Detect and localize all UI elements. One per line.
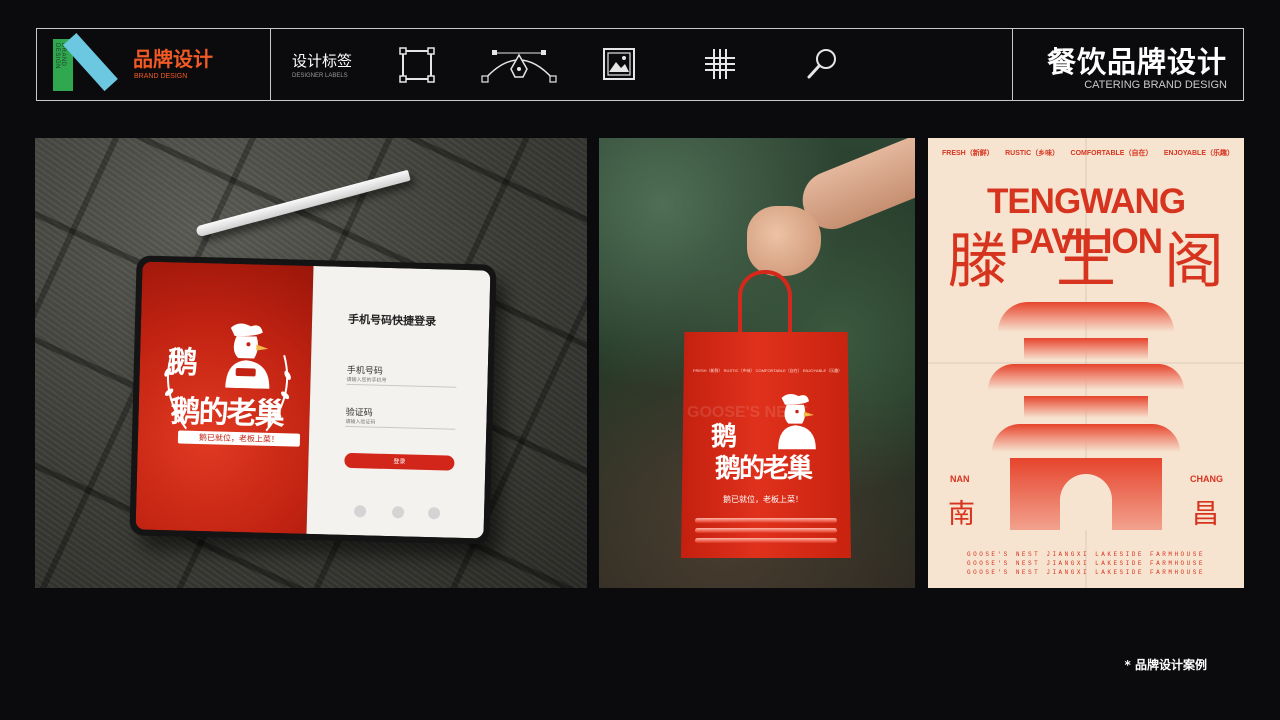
poster-footer-line: GOOSE'S NEST JIANGXI LAKESIDE FARMHOUSE: [967, 551, 1205, 558]
header-bar: BRAND DESIGN 品牌设计 BRAND DESIGN 设计标签 DESI…: [36, 28, 1244, 101]
bag-stripe: [695, 538, 837, 543]
bag-slogan: 鹅已就位，老板上菜！: [723, 495, 803, 504]
poster-cn-char: 阁: [1164, 227, 1224, 297]
poster-footer-line: GOOSE'S NEST JIANGXI LAKESIDE FARMHOUSE: [967, 560, 1205, 567]
brand-block: BRAND DESIGN 品牌设计 BRAND DESIGN: [37, 29, 271, 100]
poster-tag: ENJOYABLE（乐趣）: [1163, 150, 1234, 157]
weibo-icon[interactable]: [391, 506, 405, 519]
grid-icon: [705, 49, 735, 79]
code-input[interactable]: [345, 416, 456, 430]
pavilion-tier: [1024, 396, 1148, 418]
tablet-logo-line2: 鹅的老巢: [170, 394, 284, 433]
paper-bag-panel: FRESH（新鲜） RUSTIC（乡味） COMFORTABLE（自在） ENJ…: [599, 138, 915, 588]
tablet-screen: 鹅 鹅的老巢 鹅已就位，老板上菜！ 手机号码快捷登录 手机号码 验证码 登录: [135, 261, 491, 539]
douyin-icon[interactable]: [427, 507, 441, 520]
tablet-mockup-panel: 鹅 鹅的老巢 鹅已就位，老板上菜！ 手机号码快捷登录 手机号码 验证码 登录: [35, 138, 587, 588]
paper-bag: FRESH（新鲜） RUSTIC（乡味） COMFORTABLE（自在） ENJ…: [681, 332, 851, 558]
logo-vertical-text: BRAND DESIGN: [54, 43, 66, 70]
city-left-cn: 南: [948, 499, 975, 530]
phone-input[interactable]: [346, 374, 457, 388]
city-right-en: CHANG: [1190, 474, 1223, 484]
bag-logo-line2: 鹅的老巢: [715, 454, 813, 484]
pavilion-tier: [992, 424, 1180, 452]
poster-tag: RUSTIC（乡味）: [1005, 150, 1060, 157]
tools-subtitle: DESIGNER LABELS: [292, 73, 348, 79]
poster-tags: FRESH（新鲜） RUSTIC（乡味） COMFORTABLE（自在） ENJ…: [942, 148, 1234, 158]
goose-chef-mascot-icon: [225, 323, 270, 389]
pavilion-gate: [1010, 458, 1162, 530]
crop-frame-icon: [399, 47, 435, 83]
brand-subtitle: BRAND DESIGN: [134, 73, 188, 80]
tablet-logo-line1: 鹅: [167, 345, 197, 381]
tablet-login-form: 手机号码快捷登录 手机号码 验证码 登录: [306, 265, 491, 539]
catering-subtitle: CATERING BRAND DESIGN: [1084, 79, 1227, 91]
tablet-brand-side: 鹅 鹅的老巢 鹅已就位，老板上菜！: [135, 261, 314, 534]
tablet-device: 鹅 鹅的老巢 鹅已就位，老板上菜！ 手机号码快捷登录 手机号码 验证码 登录: [129, 255, 497, 545]
pavilion-door: [1060, 474, 1112, 530]
goose-chef-mascot-icon: [778, 393, 816, 450]
wechat-icon[interactable]: [353, 505, 367, 518]
catering-title-block: 餐饮品牌设计 CATERING BRAND DESIGN: [1012, 29, 1243, 100]
login-title: 手机号码快捷登录: [347, 312, 437, 329]
poster-tag: COMFORTABLE（自在）: [1070, 150, 1153, 157]
pavilion-tier: [1024, 338, 1148, 360]
pen-bezier-icon: [481, 50, 557, 83]
case-caption: * 品牌设计案例: [1124, 658, 1207, 672]
city-left-en: NAN: [950, 474, 970, 484]
poster-panel: FRESH（新鲜） RUSTIC（乡味） COMFORTABLE（自在） ENJ…: [928, 138, 1244, 588]
tablet-slogan: 鹅已就位，老板上菜！: [177, 430, 301, 447]
hand: [747, 206, 821, 276]
poster-footer-line: GOOSE'S NEST JIANGXI LAKESIDE FARMHOUSE: [967, 569, 1205, 576]
catering-title: 餐饮品牌设计: [1046, 45, 1227, 79]
poster-tag: FRESH（新鲜）: [942, 150, 994, 157]
bag-values-text: FRESH（新鲜） RUSTIC（乡味） COMFORTABLE（自在） ENJ…: [693, 368, 843, 373]
pavilion-roof: [998, 302, 1174, 332]
poster-cn-char: 王: [1056, 227, 1116, 297]
brand-title: 品牌设计: [133, 47, 213, 71]
login-button[interactable]: 登录: [344, 452, 455, 471]
tools-title: 设计标签: [292, 52, 353, 70]
poster-cn-char: 滕: [948, 227, 1008, 297]
search-icon: [807, 49, 836, 79]
bag-stripe: [695, 528, 837, 533]
designer-labels-block: 设计标签 DESIGNER LABELS: [271, 29, 1012, 100]
pavilion-tier: [988, 364, 1184, 390]
city-right-cn: 昌: [1192, 499, 1219, 530]
poster-title-cn: 滕 王 阁: [948, 226, 1224, 298]
bag-stripe: [695, 518, 837, 523]
image-icon: [603, 48, 635, 80]
